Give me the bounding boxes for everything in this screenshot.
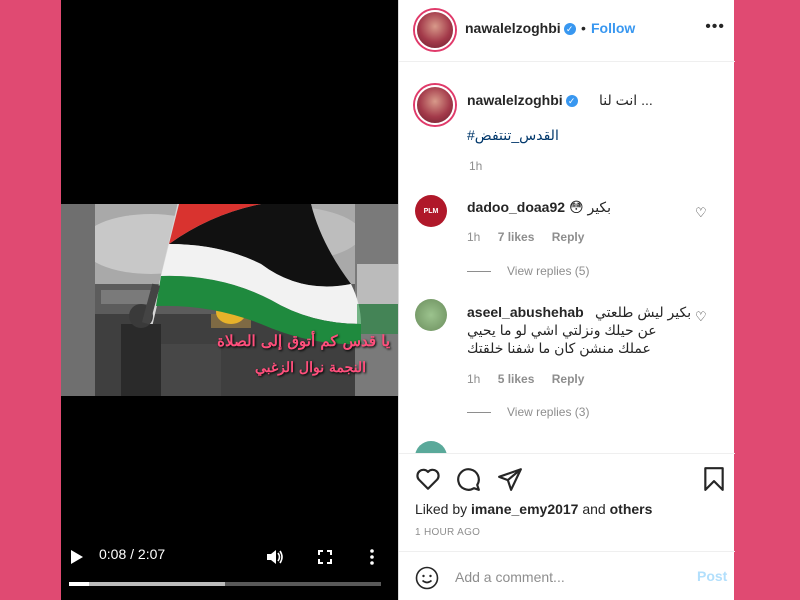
comment-likes[interactable]: 7 likes [498, 230, 535, 244]
comment-text: بكير 😳 [569, 199, 612, 215]
liked-others-link[interactable]: others [610, 501, 653, 517]
emoji-icon[interactable] [415, 566, 439, 590]
divider [467, 271, 491, 273]
comment-form: Post [399, 551, 735, 600]
reply-button[interactable]: Reply [552, 230, 585, 244]
divider [467, 412, 491, 414]
heart-icon[interactable]: ♡ [695, 205, 707, 221]
follow-button[interactable]: Follow [591, 20, 635, 36]
volume-icon[interactable] [265, 548, 287, 566]
video-controls: 0:08 / 2:07 [61, 540, 398, 600]
hashtag-link[interactable]: #القدس_تنتفض [467, 127, 559, 144]
comment-text-line1: بكير ليش طلعتي [595, 304, 692, 320]
video-overlay-title: يا قدس كم أتوق إلى الصلاة [217, 332, 390, 350]
fullscreen-icon[interactable] [317, 548, 333, 566]
comment-input[interactable] [455, 566, 675, 588]
liked-user-link[interactable]: imane_emy2017 [471, 501, 578, 517]
heart-icon[interactable] [415, 466, 441, 492]
comment-text-line3: عملك منشن كان ما شفنا خلقتك [467, 340, 651, 356]
comment-icon[interactable] [455, 466, 481, 492]
post-header: nawalelzoghbi ✓ • Follow ••• [399, 0, 735, 62]
liked-mid: and [578, 501, 610, 517]
username-text[interactable]: nawalelzoghbi [467, 92, 563, 108]
play-icon[interactable] [69, 548, 85, 566]
comment-likes[interactable]: 5 likes [498, 372, 535, 386]
caption-username[interactable]: nawalelzoghbi ✓ [467, 92, 578, 108]
comment-text-line2: عن حيلك ونزلتي اشي لو ما يحيي [467, 322, 657, 338]
view-replies-label[interactable]: View replies (5) [507, 264, 589, 278]
caption-time[interactable]: 1h [469, 159, 482, 173]
video-player[interactable]: يا قدس كم أتوق إلى الصلاة النجمة نوال ال… [61, 0, 398, 600]
comment-meta: 1h 7 likes Reply [467, 230, 598, 244]
post-button[interactable]: Post [697, 568, 727, 584]
caption-text: ... انت لنا [599, 92, 653, 108]
view-replies-label[interactable]: View replies (3) [507, 405, 589, 419]
view-replies-button[interactable]: View replies (3) [467, 405, 589, 419]
comment-time[interactable]: 1h [467, 230, 480, 244]
separator-dot: • [581, 20, 586, 36]
commenter-username[interactable]: aseel_abushehab [467, 304, 584, 320]
verified-icon: ✓ [563, 23, 576, 36]
heart-icon[interactable]: ♡ [695, 309, 707, 325]
commenter-username[interactable]: dadoo_doaa92 [467, 199, 565, 215]
comments-list[interactable]: nawalelzoghbi ✓ ... انت لنا #القدس_تنتفض … [399, 63, 735, 453]
post-panel: nawalelzoghbi ✓ • Follow ••• nawalelzoghb… [398, 0, 735, 600]
post-actions: Liked by imane_emy2017 and others 1 HOUR… [399, 453, 735, 600]
video-buffer-bar [69, 582, 225, 586]
view-replies-button[interactable]: View replies (5) [467, 264, 589, 278]
more-options-icon[interactable] [367, 548, 377, 566]
header-username[interactable]: nawalelzoghbi ✓ [465, 20, 576, 36]
username-text[interactable]: nawalelzoghbi [465, 20, 561, 36]
video-overlay-subtitle: النجمة نوال الزغبي [254, 360, 366, 376]
commenter-avatar[interactable]: PLM [415, 195, 447, 227]
commenter-avatar[interactable] [415, 299, 447, 331]
comment-time[interactable]: 1h [467, 372, 480, 386]
bookmark-icon[interactable] [701, 466, 727, 492]
liked-by: Liked by imane_emy2017 and others [415, 501, 652, 517]
post-timestamp[interactable]: 1 HOUR AGO [415, 527, 480, 538]
video-progress-bar[interactable] [69, 582, 381, 586]
avatar[interactable] [415, 10, 455, 50]
more-options-icon[interactable]: ••• [705, 18, 725, 36]
video-frame[interactable]: يا قدس كم أتوق إلى الصلاة النجمة نوال ال… [61, 204, 398, 396]
verified-icon: ✓ [565, 95, 578, 108]
video-time: 0:08 / 2:07 [99, 546, 166, 562]
share-icon[interactable] [497, 466, 523, 492]
avatar-text: PLM [423, 207, 439, 215]
comment-meta: 1h 5 likes Reply [467, 372, 598, 386]
commenter-avatar[interactable] [415, 441, 447, 453]
avatar[interactable] [415, 85, 455, 125]
liked-prefix: Liked by [415, 501, 472, 517]
video-progress-fill [69, 582, 90, 586]
reply-button[interactable]: Reply [552, 372, 585, 386]
